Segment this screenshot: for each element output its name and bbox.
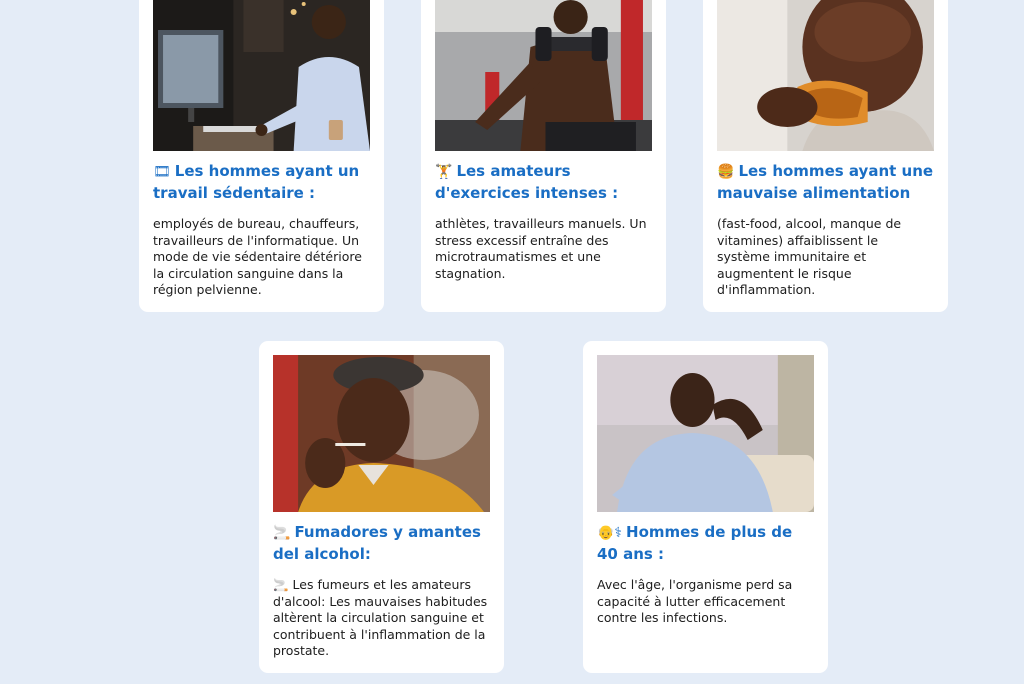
risk-group-card-intense-exercise: 🏋 Les amateurs d'exercices intenses : ath…: [421, 0, 666, 312]
card-description: 🚬 Les fumeurs et les amateurs d'alcool: …: [273, 577, 488, 658]
man-at-computer-photo: [153, 0, 370, 151]
card-description: employés de bureau, chauffeurs, travaill…: [153, 216, 362, 297]
card-description: Avec l'âge, l'organisme perd sa capacité…: [597, 577, 793, 625]
risk-group-card-over-40: 👴⚕ Hommes de plus de 40 ans : Avec l'âge,…: [583, 341, 828, 673]
card-title: 🚬 Fumadores y amantes del alcohol:: [273, 523, 481, 563]
card-title: 🍔 Les hommes ayant une mauvaise alimentat…: [717, 162, 934, 202]
clapperboard-icon: 🎞: [153, 164, 171, 180]
weightlifter-icon: 🏋: [435, 164, 453, 180]
card-description: athlètes, travailleurs manuels. Un stres…: [435, 216, 647, 281]
tired-man-on-couch-photo: [597, 355, 814, 512]
page: 🎞 Les hommes ayant un travail sédentaire …: [0, 0, 1024, 684]
risk-group-card-bad-diet: 🍔 Les hommes ayant une mauvaise alimentat…: [703, 0, 948, 312]
card-description: (fast-food, alcool, manque de vitamines)…: [717, 216, 902, 297]
man-smoking-photo: [273, 355, 490, 512]
card-title: 🎞 Les hommes ayant un travail sédentaire …: [153, 162, 360, 202]
man-lifting-dumbbell-photo: [435, 0, 652, 151]
man-eating-fried-chicken-photo: [717, 0, 934, 151]
cigarette-icon: 🚬: [273, 525, 291, 541]
card-title: 👴⚕ Hommes de plus de 40 ans :: [597, 523, 793, 563]
risk-group-card-smokers-drinkers: 🚬 Fumadores y amantes del alcohol: 🚬 Les …: [259, 341, 504, 673]
hamburger-icon: 🍔: [717, 164, 735, 180]
old-man-medical-icon: 👴⚕: [597, 525, 623, 541]
risk-group-card-sedentary: 🎞 Les hommes ayant un travail sédentaire …: [139, 0, 384, 312]
card-title: 🏋 Les amateurs d'exercices intenses :: [435, 162, 619, 202]
